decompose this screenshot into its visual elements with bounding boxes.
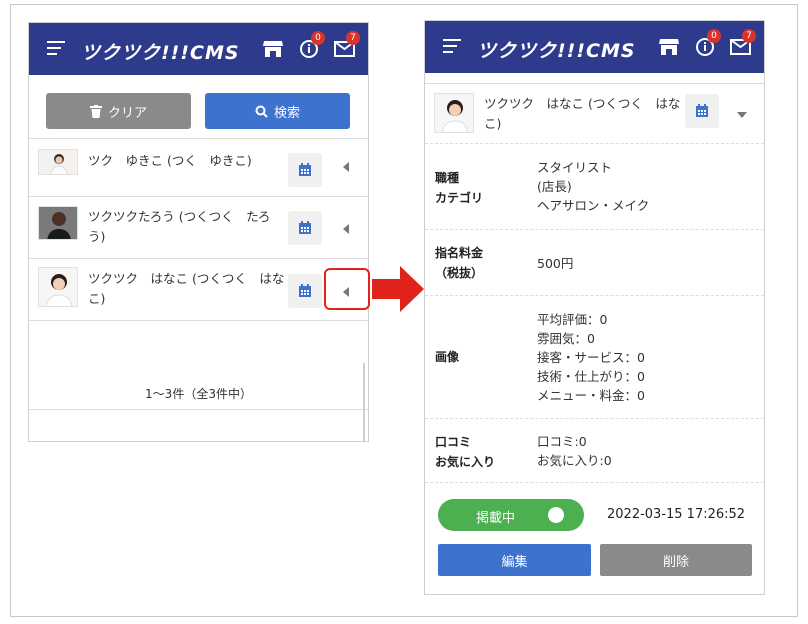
fee-label: 指名料金: [435, 246, 484, 260]
image-ratings-row: 画像 平均評価：0 雰囲気：0 接客・サービス：0 技術・仕上がり：0 メニュー…: [425, 296, 764, 419]
list-item[interactable]: ツクツク はなこ (つくつく はな こ): [29, 259, 368, 321]
job-category-row: 職種 カテゴリ スタイリスト (店長) ヘアサロン・メイク: [425, 144, 764, 230]
favorite-count: お気に入り:0: [537, 453, 612, 468]
avatar: [38, 206, 78, 240]
info-icon[interactable]: 0: [299, 31, 325, 61]
staff-name-line2: こ): [484, 116, 502, 131]
category-value: ヘアサロン・メイク: [537, 198, 650, 213]
menu-icon[interactable]: [443, 39, 461, 55]
job-category-label: 職種 カテゴリ: [435, 168, 483, 208]
pagination-info: 1〜3件（全3件中）: [145, 387, 252, 401]
staff-name: ツクツク はなこ (つくつく はな こ): [88, 269, 284, 309]
mail-icon[interactable]: 7: [334, 31, 360, 61]
app-header: ツクツク!!!CMS 0 7: [29, 23, 368, 75]
calendar-button[interactable]: [288, 211, 322, 245]
staff-name: ツクツクたろう (つくつく たろ う): [88, 207, 270, 247]
edit-button[interactable]: 編集: [438, 544, 591, 576]
job-title-value: (店長): [537, 179, 572, 194]
delete-button[interactable]: 削除: [600, 544, 752, 576]
reviews-value: 口コミ:0 お気に入り:0: [537, 432, 612, 470]
job-category-value: スタイリスト (店長) ヘアサロン・メイク: [537, 158, 649, 215]
list-screen: ツクツク!!!CMS 0 7 クリア 検索 ツク ゆきこ (つく ゆきこ) ツク…: [28, 22, 369, 442]
reviews-label: 口コミ お気に入り: [435, 432, 495, 472]
staff-name: ツク ゆきこ (つく ゆきこ): [88, 153, 252, 168]
staff-name-line2: う): [88, 229, 106, 244]
detail-screen: ツクツク!!!CMS 0 7 ツクツク はなこ (つくつく はな こ) 職種 カ…: [424, 20, 765, 595]
publish-toggle-label: 掲載中: [476, 511, 516, 526]
reviews-row: 口コミ お気に入り 口コミ:0 お気に入り:0: [425, 419, 764, 483]
search-button-label: 検索: [273, 105, 300, 121]
nomination-fee-row: 指名料金 （税抜） 500円: [425, 230, 764, 296]
arrow-right-icon: [372, 266, 424, 316]
highlight-box: [324, 268, 370, 310]
calendar-button[interactable]: [288, 153, 322, 187]
app-header: ツクツク!!!CMS 0 7: [425, 21, 764, 73]
review-label: 口コミ: [435, 435, 472, 449]
trash-icon: [89, 104, 102, 118]
app-title: ツクツク!!!CMS: [81, 42, 240, 64]
mail-icon[interactable]: 7: [730, 29, 756, 59]
calendar-icon: [299, 163, 311, 176]
job-label: 職種: [435, 171, 460, 185]
clear-button[interactable]: クリア: [46, 93, 191, 129]
nomination-fee-value: 500円: [537, 256, 574, 271]
review-count: 口コミ:0: [537, 434, 587, 449]
image-label: 画像: [435, 350, 460, 364]
store-icon[interactable]: [657, 35, 681, 59]
favorite-label: お気に入り: [435, 455, 496, 469]
edit-button-label: 編集: [501, 554, 528, 570]
search-icon: [255, 105, 268, 118]
staff-name-line1: ツクツク はなこ (つくつく はな: [484, 96, 681, 111]
expand-caret-icon[interactable]: [343, 162, 349, 172]
staff-name-line2: こ): [88, 291, 106, 306]
info-badge: 0: [311, 31, 325, 45]
staff-header: ツクツク はなこ (つくつく はな こ): [425, 84, 764, 144]
list-item[interactable]: ツク ゆきこ (つく ゆきこ): [29, 139, 368, 197]
tax-note-label: （税抜）: [435, 266, 484, 280]
rating-menu-price: メニュー・料金：0: [537, 388, 645, 403]
avatar: [38, 149, 78, 175]
calendar-icon: [299, 284, 311, 297]
calendar-button[interactable]: [685, 94, 719, 128]
staff-name: ツクツク はなこ (つくつく はな こ): [484, 94, 680, 134]
staff-name-line1: ツクツクたろう (つくつく たろ: [88, 209, 271, 224]
nomination-fee-label: 指名料金 （税抜）: [435, 243, 483, 283]
avatar: [38, 267, 78, 307]
staff-name-line1: ツクツク はなこ (つくつく はな: [88, 271, 285, 286]
job-value: スタイリスト: [537, 160, 613, 175]
list-item[interactable]: ツクツクたろう (つくつく たろ う): [29, 197, 368, 259]
search-actions: クリア 検索: [29, 75, 368, 139]
expand-caret-icon[interactable]: [343, 224, 349, 234]
category-label: カテゴリ: [435, 191, 484, 205]
mail-badge: 7: [346, 31, 360, 45]
calendar-icon: [299, 221, 311, 234]
rating-technique: 技術・仕上がり：0: [537, 369, 645, 384]
info-badge: 0: [707, 29, 721, 43]
updated-timestamp: 2022-03-15 17:26:52: [607, 507, 746, 522]
rating-service: 接客・サービス：0: [537, 350, 645, 365]
info-icon[interactable]: 0: [695, 29, 721, 59]
collapse-caret-icon[interactable]: [737, 112, 747, 118]
delete-button-label: 削除: [662, 554, 689, 570]
scrollbar[interactable]: [363, 363, 365, 441]
app-title: ツクツク!!!CMS: [477, 40, 636, 62]
store-icon[interactable]: [261, 37, 285, 61]
toggle-knob: [548, 507, 564, 523]
rating-atmosphere: 雰囲気：0: [537, 331, 595, 346]
mail-badge: 7: [742, 29, 756, 43]
clear-button-label: クリア: [107, 105, 147, 121]
avatar: [434, 93, 474, 133]
menu-icon[interactable]: [47, 41, 65, 57]
divider: [29, 409, 368, 410]
publish-toggle[interactable]: 掲載中: [438, 499, 584, 531]
image-ratings-value: 平均評価：0 雰囲気：0 接客・サービス：0 技術・仕上がり：0 メニュー・料金…: [537, 310, 645, 405]
rating-average: 平均評価：0: [537, 312, 608, 327]
calendar-button[interactable]: [288, 274, 322, 308]
calendar-icon: [696, 104, 708, 117]
search-button[interactable]: 検索: [205, 93, 350, 129]
